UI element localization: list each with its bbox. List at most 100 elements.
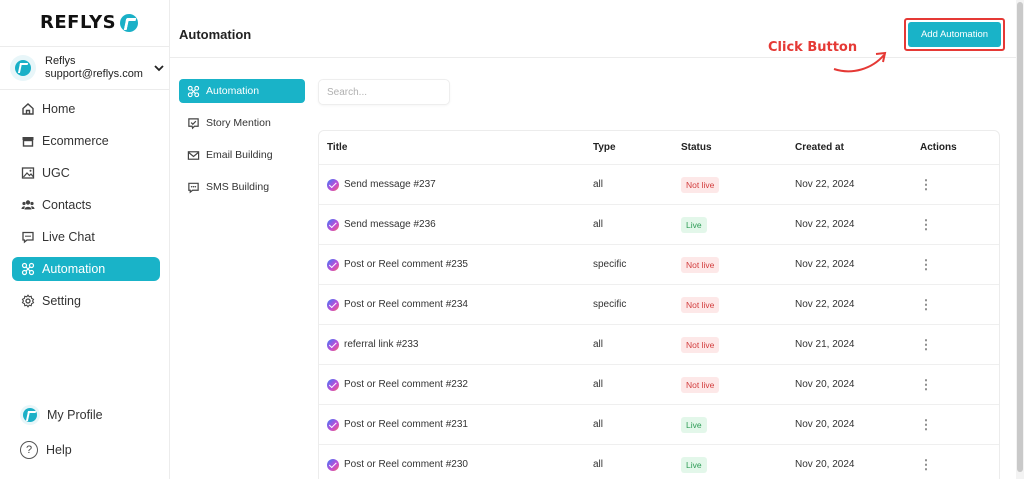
row-title[interactable]: Post or Reel comment #234 (327, 285, 468, 324)
sidebar-item-label: Setting (42, 294, 81, 308)
automation-subnav: Automation Story Mention Email Building … (179, 79, 305, 207)
subnav-item-sms-building[interactable]: SMS Building (179, 175, 305, 199)
sidebar-item-ecommerce[interactable]: Ecommerce (12, 129, 160, 153)
row-status: Live (681, 445, 707, 479)
row-title-text: Post or Reel comment #235 (344, 259, 468, 270)
sidebar-nav: Home Ecommerce UGC Contacts Live Chat Au… (12, 97, 160, 321)
status-badge: Not live (681, 376, 720, 393)
sidebar-item-automation[interactable]: Automation (12, 257, 160, 281)
search-input[interactable] (318, 79, 450, 105)
row-created-at: Nov 20, 2024 (795, 379, 855, 390)
messenger-icon (327, 298, 339, 311)
more-actions-icon[interactable]: ⋮ (920, 165, 933, 204)
row-status: Not live (681, 165, 720, 204)
status-badge: Live (681, 456, 707, 473)
row-title-text: Send message #237 (344, 179, 436, 190)
more-actions-icon[interactable]: ⋮ (920, 445, 933, 479)
sidebar-item-ugc[interactable]: UGC (12, 161, 160, 185)
row-created-at: Nov 22, 2024 (795, 179, 855, 190)
column-header-title[interactable]: Title (327, 131, 347, 164)
row-status: Not live (681, 285, 720, 324)
status-badge: Live (681, 416, 707, 433)
chevron-down-icon[interactable] (154, 61, 164, 75)
table-row[interactable]: Post or Reel comment #234 specific Not liv… (319, 285, 999, 325)
account-email: support@reflys.com (45, 68, 143, 80)
row-title[interactable]: Send message #237 (327, 165, 436, 204)
subnav-item-email-building[interactable]: Email Building (179, 143, 305, 167)
row-type: specific (593, 299, 627, 310)
column-header-type[interactable]: Type (593, 131, 616, 164)
brand-mark-icon (120, 13, 139, 32)
subnav-item-automation[interactable]: Automation (179, 79, 305, 103)
row-title-text: Send message #236 (344, 219, 436, 230)
table-row[interactable]: Send message #237 all Not live Nov 22, 2024… (319, 165, 999, 205)
table-row[interactable]: Send message #236 all Live Nov 22, 2024 ⋮ (319, 205, 999, 245)
row-type: all (593, 179, 604, 190)
sidebar-item-label: UGC (42, 166, 70, 180)
sidebar-item-contacts[interactable]: Contacts (12, 193, 160, 217)
row-status: Live (681, 205, 707, 244)
table-row[interactable]: referral link #233 all Not live Nov 21, 202… (319, 325, 999, 365)
subnav-item-story-mention[interactable]: Story Mention (179, 111, 305, 135)
row-type: all (593, 339, 604, 350)
row-title[interactable]: Post or Reel comment #231 (327, 405, 468, 444)
row-type: all (593, 419, 604, 430)
messenger-icon (327, 338, 339, 351)
account-switcher[interactable]: Reflys support@reflys.com (0, 46, 170, 90)
home-icon (21, 102, 35, 116)
row-created-at: Nov 20, 2024 (795, 459, 855, 470)
table-row[interactable]: Post or Reel comment #231 all Live Nov 20, … (319, 405, 999, 445)
row-status: Not live (681, 245, 720, 284)
table-row[interactable]: Post or Reel comment #235 specific Not liv… (319, 245, 999, 285)
row-created-at: Nov 22, 2024 (795, 299, 855, 310)
table-row[interactable]: Post or Reel comment #232 all Not live Nov … (319, 365, 999, 405)
sms-icon (187, 181, 200, 194)
brand-mark-icon (23, 408, 37, 422)
more-actions-icon[interactable]: ⋮ (920, 325, 933, 364)
table-header: Title Type Status Created at Actions (319, 131, 999, 165)
row-title[interactable]: referral link #233 (327, 325, 418, 364)
more-actions-icon[interactable]: ⋮ (920, 245, 933, 284)
automation-icon (21, 262, 35, 276)
sidebar-item-label: Automation (42, 262, 106, 276)
chat-icon (21, 230, 35, 244)
sidebar-item-help[interactable]: ? Help (20, 441, 72, 459)
row-title-text: Post or Reel comment #230 (344, 459, 468, 470)
column-header-created-at[interactable]: Created at (795, 131, 844, 164)
messenger-icon (327, 258, 339, 271)
sidebar: REFLYS Reflys support@reflys.com Home Ec… (0, 0, 170, 479)
brand-logo[interactable]: REFLYS (40, 12, 139, 33)
status-badge: Not live (681, 296, 720, 313)
messenger-icon (327, 418, 339, 431)
scrollbar-thumb[interactable] (1017, 2, 1023, 472)
sidebar-item-setting[interactable]: Setting (12, 289, 160, 313)
messenger-icon (327, 178, 339, 191)
messenger-icon (327, 218, 339, 231)
row-status: Live (681, 405, 707, 444)
account-info: Reflys support@reflys.com (45, 55, 143, 81)
sidebar-item-my-profile[interactable]: My Profile (20, 405, 103, 425)
status-badge: Not live (681, 336, 720, 353)
more-actions-icon[interactable]: ⋮ (920, 405, 933, 444)
more-actions-icon[interactable]: ⋮ (920, 365, 933, 404)
more-actions-icon[interactable]: ⋮ (920, 285, 933, 324)
row-created-at: Nov 22, 2024 (795, 259, 855, 270)
row-type: all (593, 459, 604, 470)
store-icon (21, 134, 35, 148)
row-title-text: referral link #233 (344, 339, 419, 350)
status-badge: Not live (681, 256, 720, 273)
messenger-icon (327, 458, 339, 471)
row-created-at: Nov 22, 2024 (795, 219, 855, 230)
sidebar-item-live-chat[interactable]: Live Chat (12, 225, 160, 249)
row-title[interactable]: Post or Reel comment #230 (327, 445, 468, 479)
sidebar-item-label: Live Chat (42, 230, 95, 244)
more-actions-icon[interactable]: ⋮ (920, 205, 933, 244)
table-row[interactable]: Post or Reel comment #230 all Live Nov 20, … (319, 445, 999, 479)
column-header-status[interactable]: Status (681, 131, 712, 164)
row-title[interactable]: Post or Reel comment #232 (327, 365, 468, 404)
row-type: all (593, 379, 604, 390)
row-title[interactable]: Send message #236 (327, 205, 436, 244)
add-automation-button[interactable]: Add Automation (908, 22, 1001, 47)
row-title[interactable]: Post or Reel comment #235 (327, 245, 468, 284)
sidebar-item-home[interactable]: Home (12, 97, 160, 121)
